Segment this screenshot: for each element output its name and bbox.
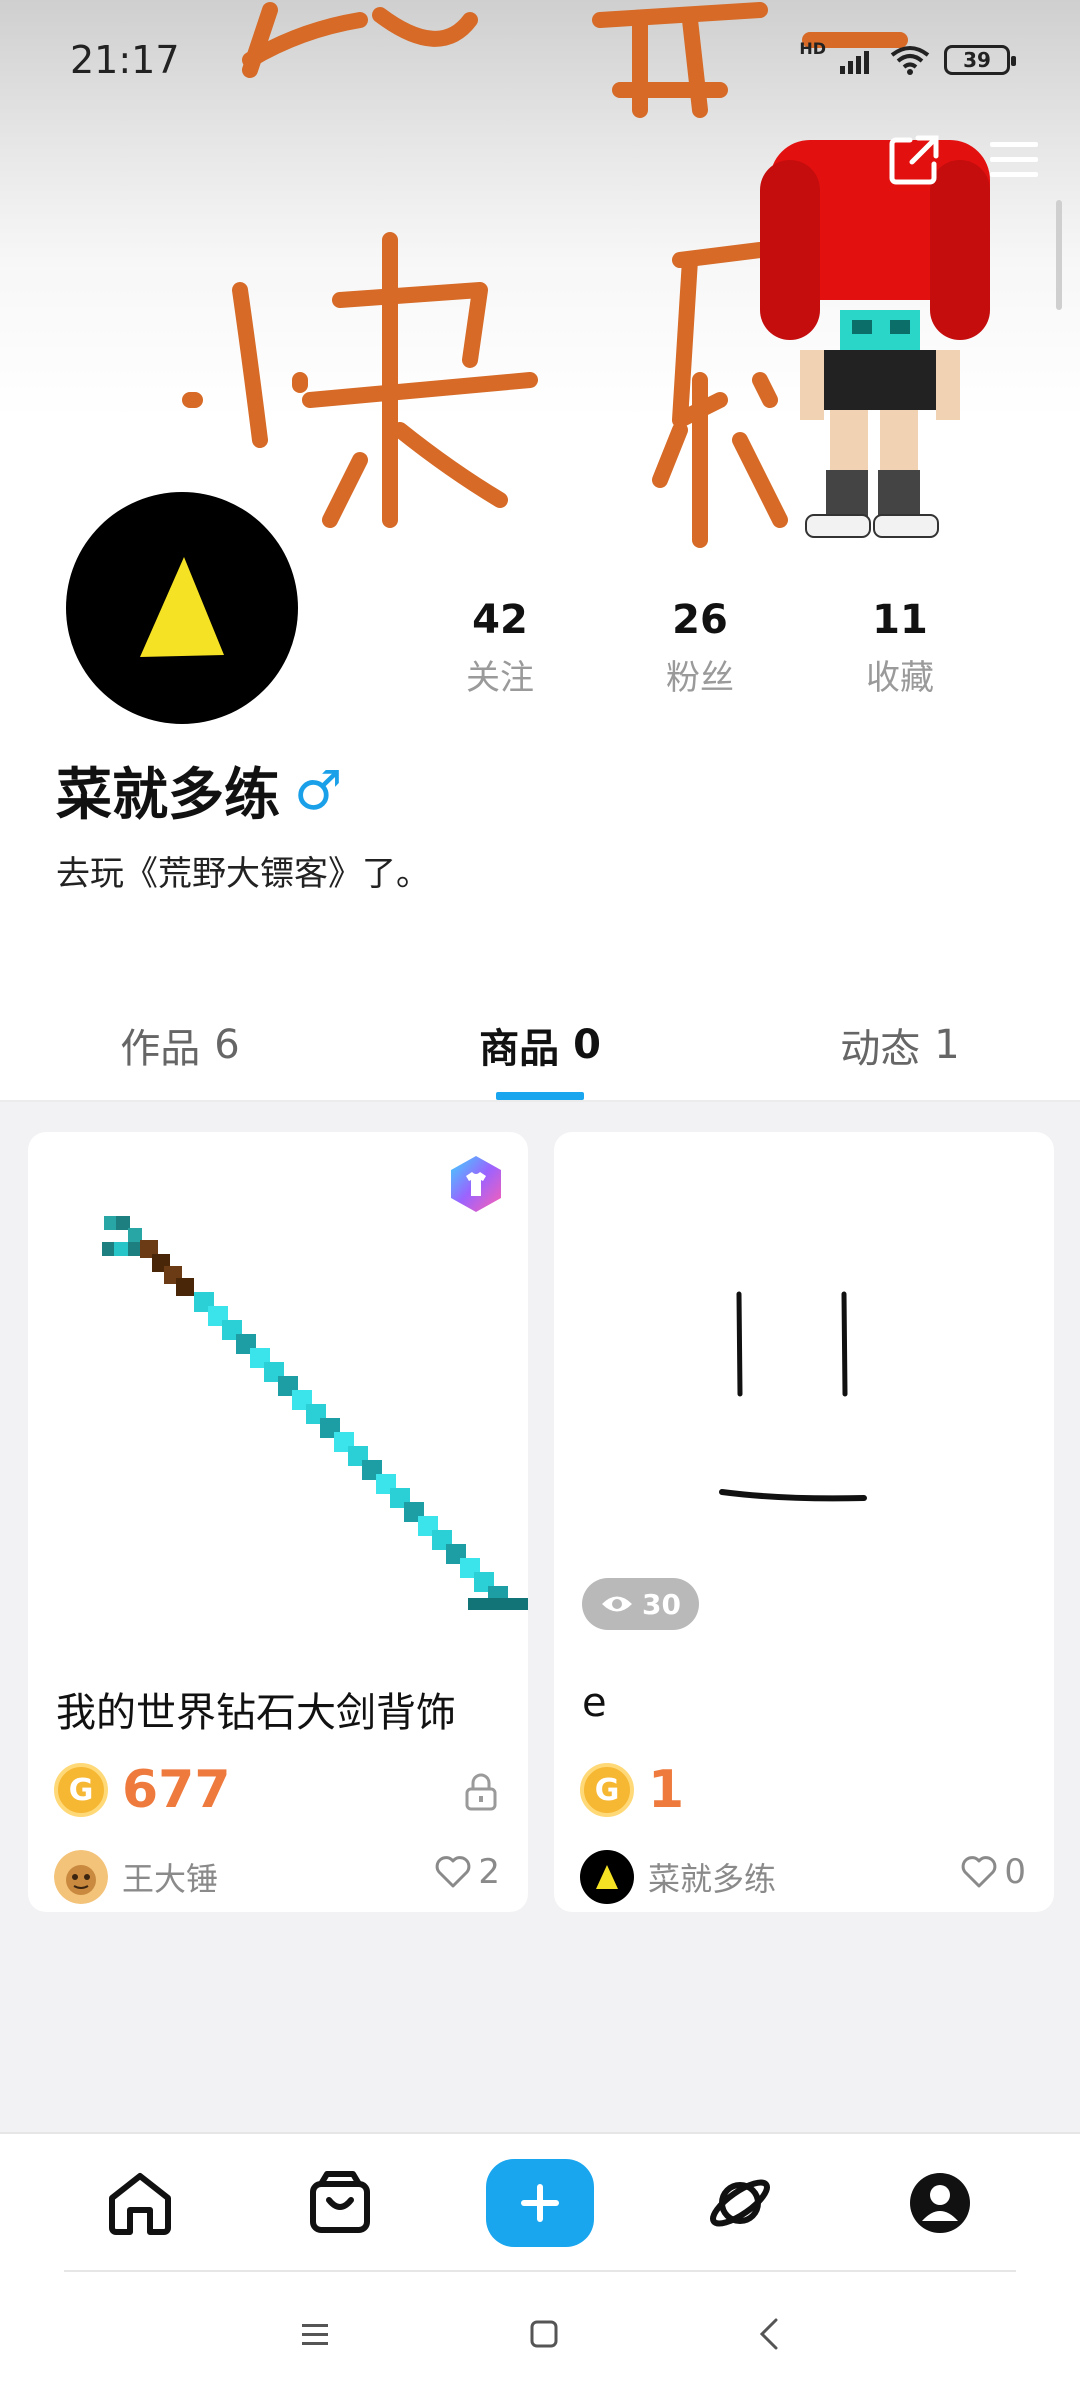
bottom-nav <box>0 2132 1080 2272</box>
home-icon <box>109 2173 171 2235</box>
system-home-button[interactable] <box>529 2319 559 2353</box>
nav-explore[interactable] <box>685 2148 795 2258</box>
gender-male-icon: ♂ <box>294 759 343 822</box>
stat-favorites[interactable]: 11 收藏 <box>800 596 1000 699</box>
status-icons: HD 39 <box>799 39 1016 75</box>
profile-icon <box>910 2173 970 2233</box>
product-price: 677 <box>122 1760 231 1820</box>
stat-favorites-count: 11 <box>872 597 928 643</box>
tab-products-count: 0 <box>573 1022 601 1068</box>
price-row: G 1 <box>580 1760 684 1820</box>
wifi-icon <box>890 46 930 75</box>
eye-icon <box>602 1596 632 1612</box>
stat-followers[interactable]: 26 粉丝 <box>600 596 800 699</box>
status-bar: 21:17 HD 39 <box>0 0 1080 120</box>
system-back-button[interactable] <box>758 2318 780 2354</box>
tab-works-label: 作品 <box>120 1026 201 1072</box>
author-avatar-image <box>54 1850 108 1904</box>
author-avatar-triangle-icon <box>596 1865 618 1889</box>
stat-favorites-label: 收藏 <box>866 658 934 698</box>
coin-icon: G <box>54 1763 108 1817</box>
signal-icon <box>840 51 869 74</box>
character-sticker <box>760 140 990 538</box>
tab-activity-count: 1 <box>934 1022 960 1068</box>
scroll-indicator <box>1056 200 1062 310</box>
profile-stats: 42 关注 26 粉丝 11 收藏 <box>400 596 1000 699</box>
author-avatar <box>580 1850 634 1904</box>
clock: 21:17 <box>70 38 180 82</box>
menu-icon <box>990 142 1038 177</box>
like-count: 0 <box>1004 1852 1026 1892</box>
shop-bag-icon <box>310 2171 370 2233</box>
price-row: G 677 <box>54 1760 231 1820</box>
product-price: 1 <box>648 1760 685 1820</box>
lock-icon <box>465 1773 497 1811</box>
stat-following-label: 关注 <box>466 658 534 698</box>
share-button[interactable] <box>884 130 944 190</box>
share-icon <box>889 135 939 185</box>
system-recents-button[interactable] <box>300 2322 330 2350</box>
profile-tabs: 作品 6 商品 0 动态 1 <box>0 990 1080 1100</box>
recents-icon <box>301 2324 328 2345</box>
tab-products[interactable]: 商品 0 <box>360 990 720 1100</box>
product-title: 我的世界钻石大剑背饰 <box>56 1690 456 1736</box>
product-grid: 我的世界钻石大剑背饰 G 677 王大锤 2 30 e G 1 菜就多练 0 <box>0 1102 1080 2132</box>
battery-level: 39 <box>963 48 991 72</box>
product-card[interactable]: 我的世界钻石大剑背饰 G 677 王大锤 2 <box>28 1132 528 1912</box>
plus-icon <box>521 2184 559 2222</box>
tab-works-count: 6 <box>214 1022 240 1068</box>
menu-button[interactable] <box>984 130 1044 190</box>
product-image-doodle <box>719 1291 867 1502</box>
username-row: 菜就多练 ♂ <box>56 750 342 831</box>
nav-profile[interactable] <box>885 2148 995 2258</box>
profile-avatar[interactable] <box>66 492 298 724</box>
coin-icon: G <box>580 1763 634 1817</box>
author-row[interactable]: 王大锤 <box>54 1850 218 1904</box>
network-type: HD <box>799 38 826 58</box>
coin-icon-letter: G <box>68 1772 94 1808</box>
nav-shop[interactable] <box>285 2148 395 2258</box>
top-actions <box>884 130 1044 190</box>
system-nav-bar <box>0 2272 1080 2400</box>
views-badge: 30 <box>582 1578 699 1630</box>
avatar-triangle-icon <box>140 557 224 657</box>
author-name: 王大锤 <box>122 1860 219 1898</box>
tab-works[interactable]: 作品 6 <box>0 990 360 1100</box>
heart-icon <box>436 1856 471 1888</box>
battery-icon: 39 <box>944 45 1016 75</box>
username: 菜就多练 <box>56 763 280 828</box>
create-button[interactable] <box>486 2159 594 2247</box>
stat-following[interactable]: 42 关注 <box>400 596 600 699</box>
back-icon <box>760 2318 778 2350</box>
author-name: 菜就多练 <box>648 1860 777 1898</box>
profile-bio: 去玩《荒野大镖客》了。 <box>56 854 430 894</box>
coin-icon-letter: G <box>594 1772 620 1808</box>
tshirt-badge-icon <box>451 1156 501 1212</box>
planet-icon <box>710 2179 770 2227</box>
stat-followers-label: 粉丝 <box>666 658 734 698</box>
views-count: 30 <box>642 1587 681 1621</box>
heart-icon <box>962 1856 997 1888</box>
like-button[interactable]: 2 <box>434 1852 500 1892</box>
home-square-icon <box>530 2320 558 2348</box>
nav-create[interactable] <box>485 2148 595 2258</box>
product-title: e <box>582 1680 607 1726</box>
tab-products-label: 商品 <box>479 1026 560 1072</box>
author-row[interactable]: 菜就多练 <box>580 1850 776 1904</box>
tab-activity[interactable]: 动态 1 <box>720 990 1080 1100</box>
nav-home[interactable] <box>85 2148 195 2258</box>
author-avatar <box>54 1850 108 1904</box>
product-card[interactable]: 30 e G 1 菜就多练 0 <box>554 1132 1054 1912</box>
stat-following-count: 42 <box>472 597 528 643</box>
like-button[interactable]: 0 <box>960 1852 1026 1892</box>
tab-activity-label: 动态 <box>840 1026 921 1072</box>
like-count: 2 <box>478 1852 500 1892</box>
stat-followers-count: 26 <box>672 597 728 643</box>
